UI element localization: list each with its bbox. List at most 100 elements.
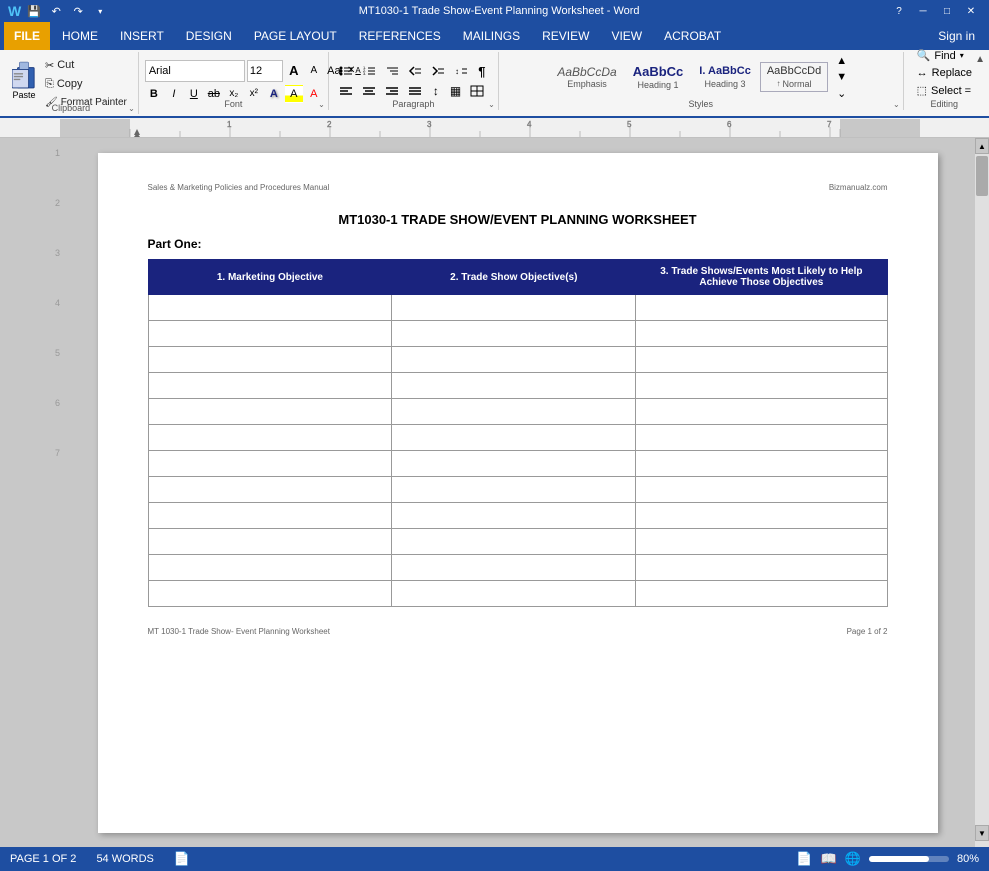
table-cell[interactable] xyxy=(392,321,636,347)
styles-more[interactable]: ⌄ xyxy=(832,86,851,100)
scroll-down-button[interactable]: ▼ xyxy=(975,825,989,841)
font-size-input[interactable] xyxy=(247,60,283,82)
copy-button[interactable]: ⎘ Copy xyxy=(42,76,130,93)
table-row[interactable] xyxy=(148,503,887,529)
table-cell[interactable] xyxy=(636,295,887,321)
table-row[interactable] xyxy=(148,295,887,321)
scroll-up-button[interactable]: ▲ xyxy=(975,138,989,154)
table-row[interactable] xyxy=(148,399,887,425)
insert-menu[interactable]: INSERT xyxy=(110,25,174,47)
close-button[interactable]: ✕ xyxy=(961,4,981,18)
table-row[interactable] xyxy=(148,321,887,347)
table-cell[interactable] xyxy=(636,399,887,425)
table-cell[interactable] xyxy=(392,399,636,425)
help-button[interactable]: ? xyxy=(889,4,909,18)
redo-icon[interactable]: ↷ xyxy=(69,2,87,20)
emphasis-style[interactable]: AaBbCcDa Emphasis xyxy=(550,62,623,92)
increase-indent-button[interactable] xyxy=(427,62,449,80)
file-menu[interactable]: FILE xyxy=(4,22,50,50)
table-cell[interactable] xyxy=(148,399,392,425)
table-cell[interactable] xyxy=(392,477,636,503)
numbering-button[interactable]: 1.2.3. xyxy=(358,62,380,80)
align-left-button[interactable] xyxy=(335,82,357,100)
table-row[interactable] xyxy=(148,451,887,477)
table-cell[interactable] xyxy=(148,295,392,321)
table-cell[interactable] xyxy=(636,503,887,529)
table-cell[interactable] xyxy=(392,451,636,477)
table-cell[interactable] xyxy=(636,581,887,607)
scroll-thumb[interactable] xyxy=(976,156,988,196)
view-menu[interactable]: VIEW xyxy=(601,25,652,47)
minimize-button[interactable]: ─ xyxy=(913,4,933,18)
undo-icon[interactable]: ↶ xyxy=(47,2,65,20)
table-row[interactable] xyxy=(148,425,887,451)
sort-button[interactable]: ↕ xyxy=(450,62,472,80)
styles-expand-icon[interactable]: ⌄ xyxy=(893,100,900,109)
table-row[interactable] xyxy=(148,477,887,503)
table-cell[interactable] xyxy=(148,529,392,555)
heading1-style[interactable]: AaBbCc Heading 1 xyxy=(626,61,691,93)
document-area[interactable]: Sales & Marketing Policies and Procedure… xyxy=(60,138,975,847)
align-right-button[interactable] xyxy=(381,82,403,100)
table-cell[interactable] xyxy=(392,347,636,373)
table-cell[interactable] xyxy=(636,451,887,477)
table-cell[interactable] xyxy=(392,503,636,529)
design-menu[interactable]: DESIGN xyxy=(176,25,242,47)
table-cell[interactable] xyxy=(148,581,392,607)
save-icon[interactable]: 💾 xyxy=(25,2,43,20)
page-layout-menu[interactable]: PAGE LAYOUT xyxy=(244,25,347,47)
table-cell[interactable] xyxy=(148,321,392,347)
table-cell[interactable] xyxy=(148,347,392,373)
replace-button[interactable]: ↔ Replace xyxy=(914,66,975,80)
acrobat-menu[interactable]: ACROBAT xyxy=(654,25,731,47)
table-cell[interactable] xyxy=(148,555,392,581)
table-cell[interactable] xyxy=(392,373,636,399)
align-center-button[interactable] xyxy=(358,82,380,100)
table-cell[interactable] xyxy=(392,295,636,321)
clipboard-expand-icon[interactable]: ⌄ xyxy=(128,104,135,113)
table-cell[interactable] xyxy=(392,555,636,581)
table-cell[interactable] xyxy=(392,581,636,607)
table-cell[interactable] xyxy=(636,477,887,503)
table-row[interactable] xyxy=(148,529,887,555)
references-menu[interactable]: REFERENCES xyxy=(349,25,451,47)
vertical-scrollbar[interactable]: ▲ ▼ xyxy=(975,138,989,847)
table-row[interactable] xyxy=(148,347,887,373)
shading-button[interactable]: ▦ xyxy=(446,82,465,100)
table-cell[interactable] xyxy=(148,477,392,503)
table-cell[interactable] xyxy=(636,373,887,399)
borders-button[interactable] xyxy=(466,82,488,100)
grow-font-button[interactable]: A xyxy=(285,62,303,80)
table-row[interactable] xyxy=(148,581,887,607)
mailings-menu[interactable]: MAILINGS xyxy=(453,25,530,47)
paste-button[interactable]: Paste xyxy=(12,60,36,106)
font-expand-icon[interactable]: ⌄ xyxy=(318,100,325,109)
justify-button[interactable] xyxy=(404,82,426,100)
collapse-ribbon-button[interactable]: ▲ xyxy=(975,54,985,65)
table-cell[interactable] xyxy=(636,347,887,373)
table-cell[interactable] xyxy=(392,425,636,451)
decrease-indent-button[interactable] xyxy=(404,62,426,80)
table-cell[interactable] xyxy=(636,529,887,555)
paragraph-expand-icon[interactable]: ⌄ xyxy=(488,100,495,109)
select-button[interactable]: ⬚ Select = xyxy=(914,83,975,98)
table-cell[interactable] xyxy=(636,555,887,581)
font-name-input[interactable] xyxy=(145,60,245,82)
multilevel-button[interactable] xyxy=(381,62,403,80)
find-button[interactable]: 🔍 Find ▾ xyxy=(914,48,975,63)
table-row[interactable] xyxy=(148,555,887,581)
styles-scroll-down[interactable]: ▼ xyxy=(832,70,851,84)
table-cell[interactable] xyxy=(636,425,887,451)
home-menu[interactable]: HOME xyxy=(52,25,108,47)
table-cell[interactable] xyxy=(148,503,392,529)
line-spacing-button[interactable]: ↕ xyxy=(427,82,445,100)
table-row[interactable] xyxy=(148,373,887,399)
styles-scroll-up[interactable]: ▲ xyxy=(832,54,851,68)
table-cell[interactable] xyxy=(148,451,392,477)
quick-access-more-icon[interactable]: ▾ xyxy=(91,2,109,20)
review-menu[interactable]: REVIEW xyxy=(532,25,599,47)
bullets-button[interactable] xyxy=(335,62,357,80)
show-hide-button[interactable]: ¶ xyxy=(473,62,491,80)
table-cell[interactable] xyxy=(148,425,392,451)
table-cell[interactable] xyxy=(636,321,887,347)
